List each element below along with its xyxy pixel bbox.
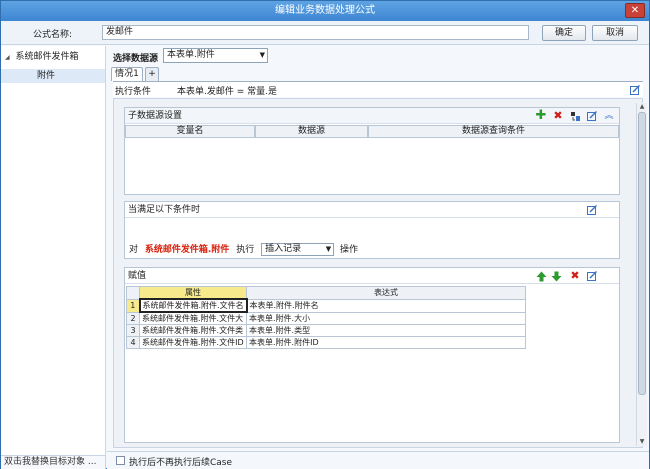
expression-cell[interactable]: 本表单.附件.附件名 xyxy=(246,298,526,313)
tree-expand-icon[interactable]: ◢ xyxy=(5,54,10,61)
formula-name-bar: 公式名称: 发邮件 确定 取消 xyxy=(1,21,649,45)
row-number: 2 xyxy=(126,311,140,325)
datasource-value: 本表单.附件 xyxy=(167,50,215,60)
expression-cell[interactable]: 本表单.附件.大小 xyxy=(246,311,526,325)
condition-value[interactable]: 本表单.发邮件 = 常量.是 xyxy=(177,84,277,97)
property-cell[interactable]: 系统邮件发件箱.附件.文件ID xyxy=(139,336,247,349)
window-title: 编辑业务数据处理公式 xyxy=(275,5,375,16)
row-number: 4 xyxy=(126,336,140,349)
edit-when-icon[interactable] xyxy=(586,204,598,216)
action-suffix: 操作 xyxy=(339,245,358,255)
delete-row-icon[interactable]: ✖ xyxy=(569,270,581,282)
assignment-panel: 赋值 ✖ 属性 表达式 1 系统邮件发件箱.附件.文件名 本表单.附件.附件名 … xyxy=(124,267,620,443)
sub-datasource-panel: 子数据源设置 ✚ ✖ ︽ 变量名 数据源 数据源查询条件 xyxy=(124,107,620,195)
property-cell[interactable]: 系统邮件发件箱.附件.文件大 xyxy=(139,311,247,325)
formula-name-input[interactable]: 发邮件 xyxy=(102,25,529,40)
tab-add-case[interactable]: + xyxy=(145,67,159,81)
edit-condition-icon[interactable] xyxy=(629,84,641,96)
row-number: 3 xyxy=(126,324,140,337)
row-number: 1 xyxy=(126,298,140,313)
table-row[interactable]: 3 系统邮件发件箱.附件.文件类 本表单.附件.类型 xyxy=(126,324,526,337)
datasource-select[interactable]: 本表单.附件 ▼ xyxy=(163,48,268,63)
action-select-value: 插入记录 xyxy=(265,244,302,254)
sub-datasource-header: 子数据源设置 ✚ ✖ ︽ xyxy=(125,108,619,124)
move-up-icon[interactable] xyxy=(535,270,547,282)
tab-case-1[interactable]: 情况1 xyxy=(111,67,143,81)
scroll-thumb[interactable] xyxy=(638,112,646,395)
object-tree: ◢ 系统邮件发件箱 附件 双击我替换目标对象 ... xyxy=(1,46,106,469)
formula-editor-window: 编辑业务数据处理公式 ✕ 公式名称: 发邮件 确定 取消 ◢ 系统邮件发件箱 附… xyxy=(0,0,650,469)
cancel-button[interactable]: 取消 xyxy=(592,25,638,41)
import-icon[interactable] xyxy=(569,110,581,122)
ok-button[interactable]: 确定 xyxy=(542,25,586,41)
sub-datasource-title: 子数据源设置 xyxy=(128,111,183,121)
row-number-header xyxy=(126,286,140,300)
vertical-scrollbar[interactable]: ▲ ▼ xyxy=(636,103,647,446)
collapse-icon[interactable]: ︽ xyxy=(603,110,615,122)
close-button[interactable]: ✕ xyxy=(625,3,645,18)
datasource-label: 选择数据源 xyxy=(113,54,159,64)
stop-after-case-label: 执行后不再执行后续Case xyxy=(129,458,233,468)
tree-item-outbox[interactable]: ◢ 系统邮件发件箱 xyxy=(5,50,79,64)
when-condition-panel: 当满足以下条件时 对 系统邮件发件箱.附件 执行 插入记录 ▼ 操作 xyxy=(124,201,620,259)
condition-row: 执行条件 本表单.发邮件 = 常量.是 xyxy=(113,81,643,97)
table-row[interactable]: 1 系统邮件发件箱.附件.文件名 本表单.附件.附件名 xyxy=(126,298,526,313)
expression-cell[interactable]: 本表单.附件.类型 xyxy=(246,324,526,337)
sidebar-hint[interactable]: 双击我替换目标对象 ... xyxy=(1,455,105,469)
table-row[interactable]: 4 系统邮件发件箱.附件.文件ID 本表单.附件.附件ID xyxy=(126,336,526,349)
column-query-condition: 数据源查询条件 xyxy=(368,125,619,138)
move-down-icon[interactable] xyxy=(550,270,562,282)
property-cell[interactable]: 系统邮件发件箱.附件.文件类 xyxy=(139,324,247,337)
dropdown-arrow-icon: ▼ xyxy=(259,51,265,59)
scroll-up-icon[interactable]: ▲ xyxy=(638,103,646,111)
delete-icon[interactable]: ✖ xyxy=(552,110,564,122)
action-prefix: 对 xyxy=(129,245,139,255)
action-line: 对 系统邮件发件箱.附件 执行 插入记录 ▼ 操作 xyxy=(129,243,358,257)
when-condition-title: 当满足以下条件时 xyxy=(128,205,201,215)
dropdown-arrow-icon: ▼ xyxy=(325,245,332,253)
title-bar: 编辑业务数据处理公式 ✕ xyxy=(1,1,649,21)
scroll-down-icon[interactable]: ▼ xyxy=(638,438,646,446)
action-exec-label: 执行 xyxy=(236,245,255,255)
condition-label: 执行条件 xyxy=(115,87,152,97)
case-content: 子数据源设置 ✚ ✖ ︽ 变量名 数据源 数据源查询条件 当满足以下条件时 对 … xyxy=(113,98,643,448)
stop-after-case-checkbox[interactable] xyxy=(116,456,125,465)
formula-name-label: 公式名称: xyxy=(33,30,73,40)
tree-item-outbox-label: 系统邮件发件箱 xyxy=(15,52,79,62)
main-panel: 选择数据源 本表单.附件 ▼ 情况1 + 执行条件 本表单.发邮件 = 常量.是… xyxy=(107,46,649,469)
column-property: 属性 xyxy=(139,286,247,300)
tree-item-attachment-label: 附件 xyxy=(37,71,56,81)
table-row[interactable]: 2 系统邮件发件箱.附件.文件大 本表单.附件.大小 xyxy=(126,311,526,325)
action-select[interactable]: 插入记录 ▼ xyxy=(261,243,335,256)
tree-item-attachment[interactable]: 附件 xyxy=(1,69,105,83)
column-datasource: 数据源 xyxy=(255,125,368,138)
action-target: 系统邮件发件箱.附件 xyxy=(144,245,230,255)
edit-icon[interactable] xyxy=(586,110,598,122)
property-cell[interactable]: 系统邮件发件箱.附件.文件名 xyxy=(138,298,248,313)
bottom-options: 执行后不再执行后续Case xyxy=(107,451,649,468)
add-icon[interactable]: ✚ xyxy=(535,109,547,122)
column-variable-name: 变量名 xyxy=(125,125,255,138)
edit-assign-icon[interactable] xyxy=(586,270,598,282)
assignment-grid: 属性 表达式 1 系统邮件发件箱.附件.文件名 本表单.附件.附件名 2 系统邮… xyxy=(126,286,526,349)
column-expression: 表达式 xyxy=(246,286,526,300)
assignment-title: 赋值 xyxy=(128,271,147,281)
when-condition-header: 当满足以下条件时 xyxy=(125,202,619,218)
expression-cell[interactable]: 本表单.附件.附件ID xyxy=(246,336,526,349)
assignment-header: 赋值 ✖ xyxy=(125,268,619,284)
